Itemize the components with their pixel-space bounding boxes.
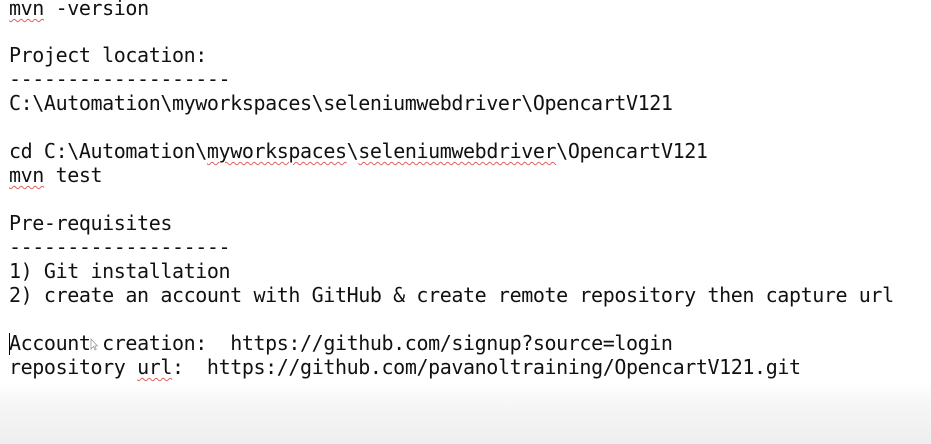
- cd-command-line: cd C:\Automation\myworkspaces\seleniumwe…: [9, 139, 708, 163]
- misspelled-word: myworkspaces: [206, 139, 347, 163]
- project-location-heading: Project location:: [9, 43, 207, 67]
- misspelled-word: mvn: [9, 163, 44, 187]
- text-caret: [9, 333, 10, 355]
- misspelled-word: mvn: [9, 0, 44, 20]
- account-creation-line: Account creation: https://github.com/sig…: [9, 331, 673, 355]
- repository-url-line: repository url: https://github.com/pavan…: [9, 355, 801, 379]
- misspelled-word: url: [137, 355, 172, 379]
- separator-line: -------------------: [9, 235, 231, 259]
- prerequisites-heading: Pre-requisites: [9, 211, 172, 235]
- project-path-line: C:\Automation\myworkspaces\seleniumwebdr…: [9, 91, 673, 115]
- misspelled-word: seleniumwebdriver: [358, 139, 557, 163]
- mvn-test-line: mvn test: [9, 163, 103, 187]
- prereq-item-2: 2) create an account with GitHub & creat…: [9, 283, 894, 307]
- ibeam-cursor-icon: [90, 338, 98, 351]
- text-editor-area[interactable]: mvn -version Project location: ---------…: [0, 0, 931, 444]
- separator-line: -------------------: [9, 67, 231, 91]
- line-mvn-version: mvn -version: [9, 0, 149, 20]
- prereq-item-1: 1) Git installation: [9, 259, 231, 283]
